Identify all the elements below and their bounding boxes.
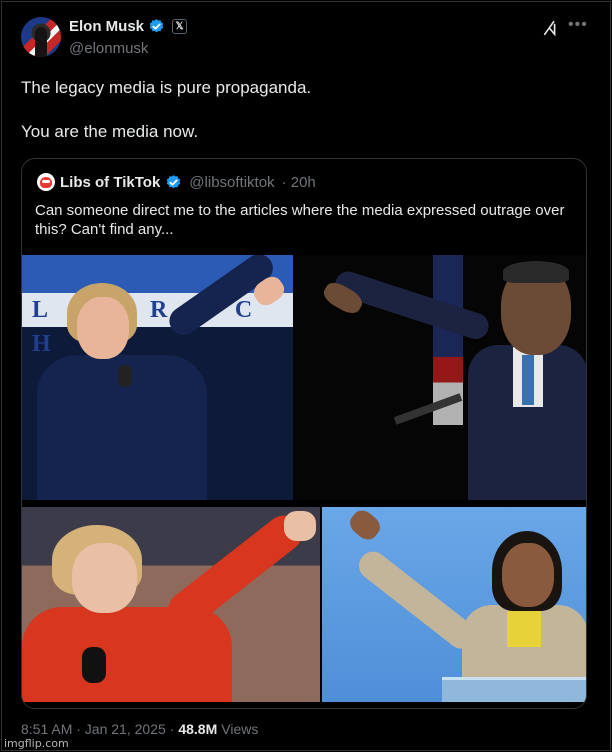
media-photo-1[interactable]: L I B R Y C H bbox=[22, 255, 293, 500]
post-meta: 8:51 AM · Jan 21, 2025 · 48.8M Views bbox=[21, 721, 258, 737]
views-count: 48.8M bbox=[178, 721, 218, 737]
media-grid: L I B R Y C H bbox=[22, 255, 586, 708]
author-name-row: Elon Musk 𝕏 bbox=[69, 18, 188, 35]
post-text-line1: The legacy media is pure propaganda. bbox=[21, 78, 312, 97]
quoted-post[interactable]: Libs of TikTok @libsoftiktok · 20h Can s… bbox=[21, 158, 587, 709]
author-avatar[interactable] bbox=[21, 17, 61, 57]
media-photo-3[interactable] bbox=[22, 507, 320, 702]
media-photo-2[interactable] bbox=[293, 255, 586, 500]
views-label: Views bbox=[221, 721, 259, 737]
quoted-avatar[interactable] bbox=[37, 173, 55, 191]
quoted-author-name[interactable]: Libs of TikTok bbox=[60, 174, 160, 191]
avatar-figure bbox=[35, 27, 47, 57]
post-text: The legacy media is pure propaganda. You… bbox=[21, 77, 311, 143]
more-icon[interactable]: ••• bbox=[568, 16, 588, 34]
watermark: imgflip.com bbox=[4, 737, 69, 750]
quoted-text: Can someone direct me to the articles wh… bbox=[35, 202, 565, 238]
photo-banner: L I B R Y C H bbox=[22, 293, 293, 357]
verified-badge-icon bbox=[149, 19, 164, 33]
author-handle[interactable]: @elonmusk bbox=[69, 40, 148, 57]
quoted-age: · 20h bbox=[281, 173, 316, 191]
verified-badge-icon bbox=[167, 174, 181, 188]
post-timestamp[interactable]: 8:51 AM · Jan 21, 2025 · bbox=[21, 721, 174, 737]
quoted-header: Libs of TikTok @libsoftiktok · 20h bbox=[37, 173, 316, 191]
media-photo-4[interactable] bbox=[322, 507, 586, 702]
grok-icon[interactable] bbox=[542, 19, 560, 37]
quoted-author-handle[interactable]: @libsoftiktok bbox=[189, 174, 274, 191]
author-name[interactable]: Elon Musk bbox=[69, 18, 144, 35]
x-affiliate-icon: 𝕏 bbox=[172, 19, 188, 34]
post-text-line2: You are the media now. bbox=[21, 122, 199, 141]
